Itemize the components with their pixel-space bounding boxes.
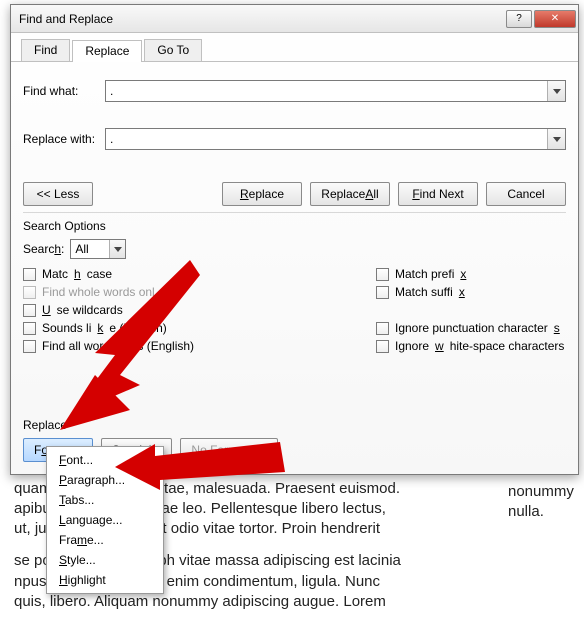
menu-style[interactable]: Style... bbox=[49, 550, 161, 570]
tab-replace[interactable]: Replace bbox=[72, 40, 142, 62]
menu-paragraph[interactable]: Paragraph... bbox=[49, 470, 161, 490]
format-dropdown-menu: Font... Paragraph... Tabs... Language...… bbox=[46, 446, 164, 594]
chevron-down-icon bbox=[109, 240, 125, 258]
word-forms-checkbox[interactable]: Find all word forms (English) bbox=[23, 339, 194, 353]
doc-side: nonummy nulla. bbox=[508, 482, 578, 523]
find-next-button[interactable]: Find Next bbox=[398, 182, 478, 206]
search-label: Search: bbox=[23, 242, 64, 256]
wildcards-checkbox[interactable]: Use wildcards bbox=[23, 303, 194, 317]
ignore-space-checkbox[interactable]: Ignore white-space characters bbox=[376, 339, 566, 353]
titlebar: Find and Replace ? ✕ bbox=[11, 5, 578, 33]
cancel-button[interactable]: Cancel bbox=[486, 182, 566, 206]
sounds-like-checkbox[interactable]: Sounds like (English) bbox=[23, 321, 194, 335]
menu-tabs[interactable]: Tabs... bbox=[49, 490, 161, 510]
find-what-label: Find what: bbox=[23, 84, 105, 98]
tab-goto[interactable]: Go To bbox=[144, 39, 202, 61]
menu-language[interactable]: Language... bbox=[49, 510, 161, 530]
find-what-dropdown[interactable] bbox=[547, 81, 565, 101]
tab-find[interactable]: Find bbox=[21, 39, 70, 61]
less-button[interactable]: << Less bbox=[23, 182, 93, 206]
search-direction-select[interactable]: All bbox=[70, 239, 126, 259]
menu-highlight[interactable]: Highlight bbox=[49, 570, 161, 590]
find-replace-dialog: Find and Replace ? ✕ Find Replace Go To … bbox=[10, 4, 579, 475]
tab-strip: Find Replace Go To bbox=[11, 33, 578, 62]
no-formatting-button: No Formatting bbox=[180, 438, 278, 462]
whole-words-checkbox: Find whole words only bbox=[23, 285, 194, 299]
replace-with-label: Replace with: bbox=[23, 132, 105, 146]
replace-with-input[interactable]: . bbox=[105, 128, 566, 150]
ignore-punct-checkbox[interactable]: Ignore punctuation characters bbox=[376, 321, 566, 335]
help-button[interactable]: ? bbox=[506, 10, 532, 28]
menu-font[interactable]: Font... bbox=[49, 450, 161, 470]
match-prefix-checkbox[interactable]: Match prefix bbox=[376, 267, 566, 281]
match-suffix-checkbox[interactable]: Match suffix bbox=[376, 285, 566, 299]
replace-all-button[interactable]: Replace All bbox=[310, 182, 390, 206]
search-options-label: Search Options bbox=[23, 219, 566, 233]
replace-section-label: Replace bbox=[23, 418, 566, 432]
find-what-input[interactable]: . bbox=[105, 80, 566, 102]
dialog-title: Find and Replace bbox=[19, 12, 113, 26]
menu-frame[interactable]: Frame... bbox=[49, 530, 161, 550]
close-button[interactable]: ✕ bbox=[534, 10, 576, 28]
replace-button[interactable]: Replace bbox=[222, 182, 302, 206]
match-case-checkbox[interactable]: Match case bbox=[23, 267, 194, 281]
replace-with-dropdown[interactable] bbox=[547, 129, 565, 149]
